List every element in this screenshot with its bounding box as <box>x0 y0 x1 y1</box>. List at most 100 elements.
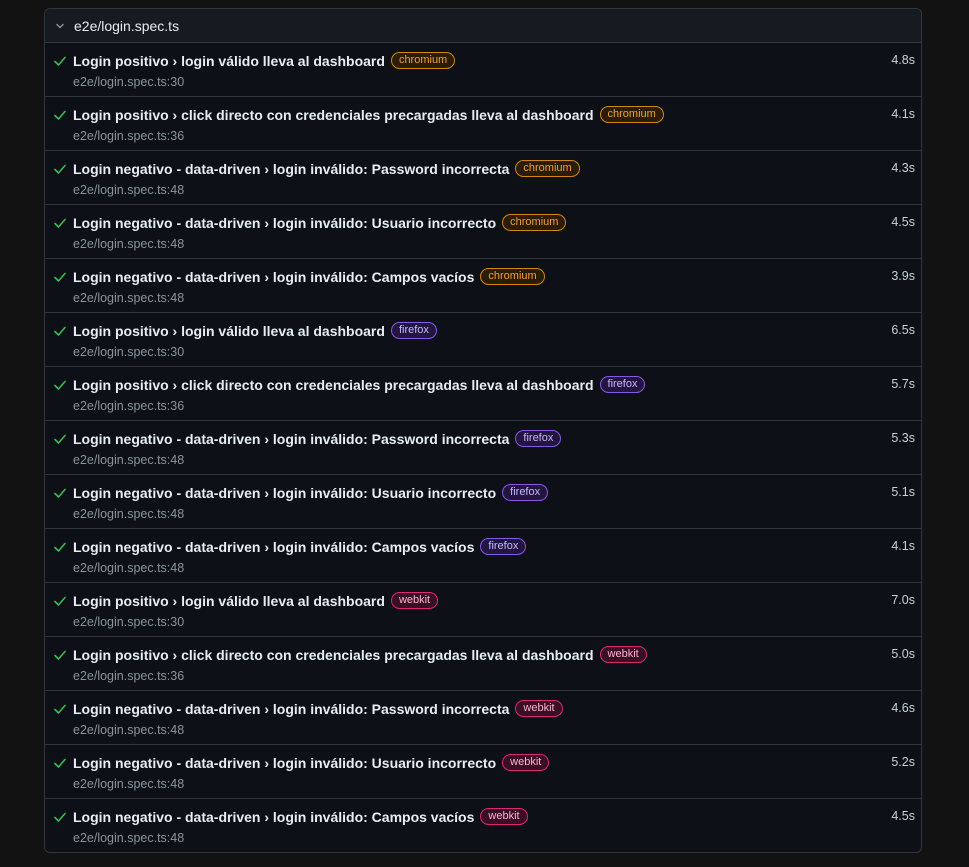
test-title[interactable]: Login negativo - data-driven › login inv… <box>73 161 509 177</box>
test-title[interactable]: Login positivo › login válido lleva al d… <box>73 593 385 609</box>
project-badge[interactable]: webkit <box>480 808 528 825</box>
test-title-line: Login negativo - data-driven › login inv… <box>73 214 567 231</box>
test-location: e2e/login.spec.ts:48 <box>73 561 185 575</box>
test-title-line: Login positivo › login válido lleva al d… <box>73 322 437 339</box>
check-icon <box>53 648 67 662</box>
test-location: e2e/login.spec.ts:48 <box>73 183 185 197</box>
test-file-panel: e2e/login.spec.ts Login positivo › login… <box>44 8 922 853</box>
test-title[interactable]: Login negativo - data-driven › login inv… <box>73 701 509 717</box>
file-header[interactable]: e2e/login.spec.ts <box>45 9 921 43</box>
check-icon <box>53 378 67 392</box>
test-title-line: Login negativo - data-driven › login inv… <box>73 754 550 771</box>
project-badge[interactable]: firefox <box>480 538 527 555</box>
check-icon <box>53 702 67 716</box>
project-badge[interactable]: chromium <box>502 214 567 231</box>
test-row[interactable]: Login negativo - data-driven › login inv… <box>45 205 921 259</box>
test-location: e2e/login.spec.ts:36 <box>73 399 185 413</box>
test-title[interactable]: Login negativo - data-driven › login inv… <box>73 431 509 447</box>
test-title-line: Login negativo - data-driven › login inv… <box>73 700 563 717</box>
test-row[interactable]: Login negativo - data-driven › login inv… <box>45 745 921 799</box>
test-row[interactable]: Login negativo - data-driven › login inv… <box>45 691 921 745</box>
test-title-line: Login negativo - data-driven › login inv… <box>73 268 545 285</box>
test-duration: 5.0s <box>891 647 915 661</box>
test-row[interactable]: Login negativo - data-driven › login inv… <box>45 151 921 205</box>
project-badge[interactable]: chromium <box>515 160 580 177</box>
test-row[interactable]: Login positivo › click directo con crede… <box>45 637 921 691</box>
test-duration: 4.1s <box>891 107 915 121</box>
test-row[interactable]: Login positivo › click directo con crede… <box>45 367 921 421</box>
check-icon <box>53 756 67 770</box>
test-title[interactable]: Login negativo - data-driven › login inv… <box>73 539 474 555</box>
test-title-line: Login positivo › click directo con crede… <box>73 106 664 123</box>
project-badge[interactable]: chromium <box>480 268 545 285</box>
test-row[interactable]: Login negativo - data-driven › login inv… <box>45 475 921 529</box>
test-location: e2e/login.spec.ts:30 <box>73 345 185 359</box>
test-title-line: Login positivo › click directo con crede… <box>73 646 647 663</box>
test-location: e2e/login.spec.ts:48 <box>73 291 185 305</box>
test-location: e2e/login.spec.ts:36 <box>73 669 185 683</box>
check-icon <box>53 216 67 230</box>
test-duration: 7.0s <box>891 593 915 607</box>
check-icon <box>53 432 67 446</box>
test-location: e2e/login.spec.ts:48 <box>73 507 185 521</box>
test-title-line: Login positivo › login válido lleva al d… <box>73 592 439 609</box>
test-title[interactable]: Login negativo - data-driven › login inv… <box>73 269 474 285</box>
test-title-line: Login positivo › click directo con crede… <box>73 376 646 393</box>
test-duration: 6.5s <box>891 323 915 337</box>
project-badge[interactable]: firefox <box>390 322 437 339</box>
test-duration: 4.8s <box>891 53 915 67</box>
test-duration: 5.1s <box>891 485 915 499</box>
check-icon <box>53 270 67 284</box>
check-icon <box>53 810 67 824</box>
test-duration: 4.1s <box>891 539 915 553</box>
test-row[interactable]: Login negativo - data-driven › login inv… <box>45 799 921 852</box>
test-duration: 3.9s <box>891 269 915 283</box>
test-title-line: Login positivo › login válido lleva al d… <box>73 52 456 69</box>
test-title-line: Login negativo - data-driven › login inv… <box>73 160 580 177</box>
test-title-line: Login negativo - data-driven › login inv… <box>73 430 562 447</box>
check-icon <box>53 486 67 500</box>
project-badge[interactable]: webkit <box>502 754 550 771</box>
project-badge[interactable]: firefox <box>502 484 549 501</box>
project-badge[interactable]: chromium <box>390 52 456 69</box>
test-title-line: Login negativo - data-driven › login inv… <box>73 484 549 501</box>
test-duration: 4.5s <box>891 215 915 229</box>
test-location: e2e/login.spec.ts:36 <box>73 129 185 143</box>
test-row[interactable]: Login positivo › click directo con crede… <box>45 97 921 151</box>
test-title[interactable]: Login positivo › login válido lleva al d… <box>73 323 385 339</box>
test-duration: 4.6s <box>891 701 915 715</box>
test-row[interactable]: Login negativo - data-driven › login inv… <box>45 529 921 583</box>
test-title[interactable]: Login positivo › login válido lleva al d… <box>73 53 385 69</box>
test-title[interactable]: Login positivo › click directo con crede… <box>73 647 594 663</box>
test-duration: 4.3s <box>891 161 915 175</box>
file-title: e2e/login.spec.ts <box>74 17 180 34</box>
test-duration: 5.3s <box>891 431 915 445</box>
test-location: e2e/login.spec.ts:48 <box>73 723 185 737</box>
test-row[interactable]: Login positivo › login válido lleva al d… <box>45 583 921 637</box>
test-title[interactable]: Login positivo › click directo con crede… <box>73 107 594 123</box>
test-title[interactable]: Login negativo - data-driven › login inv… <box>73 809 474 825</box>
test-title[interactable]: Login negativo - data-driven › login inv… <box>73 755 496 771</box>
test-row[interactable]: Login positivo › login válido lleva al d… <box>45 43 921 97</box>
test-location: e2e/login.spec.ts:48 <box>73 777 185 791</box>
test-title-line: Login negativo - data-driven › login inv… <box>73 808 528 825</box>
project-badge[interactable]: webkit <box>390 592 439 609</box>
test-row[interactable]: Login negativo - data-driven › login inv… <box>45 421 921 475</box>
test-row[interactable]: Login positivo › login válido lleva al d… <box>45 313 921 367</box>
test-title[interactable]: Login negativo - data-driven › login inv… <box>73 485 496 501</box>
test-location: e2e/login.spec.ts:48 <box>73 237 185 251</box>
test-title[interactable]: Login positivo › click directo con crede… <box>73 377 594 393</box>
project-badge[interactable]: webkit <box>515 700 563 717</box>
test-location: e2e/login.spec.ts:30 <box>73 615 185 629</box>
project-badge[interactable]: firefox <box>599 376 646 393</box>
check-icon <box>53 324 67 338</box>
test-duration: 4.5s <box>891 809 915 823</box>
test-row[interactable]: Login negativo - data-driven › login inv… <box>45 259 921 313</box>
check-icon <box>53 162 67 176</box>
project-badge[interactable]: webkit <box>599 646 647 663</box>
project-badge[interactable]: firefox <box>515 430 562 447</box>
project-badge[interactable]: chromium <box>599 106 664 123</box>
test-list: Login positivo › login válido lleva al d… <box>45 43 921 852</box>
chevron-down-icon[interactable] <box>55 21 65 31</box>
test-title[interactable]: Login negativo - data-driven › login inv… <box>73 215 496 231</box>
